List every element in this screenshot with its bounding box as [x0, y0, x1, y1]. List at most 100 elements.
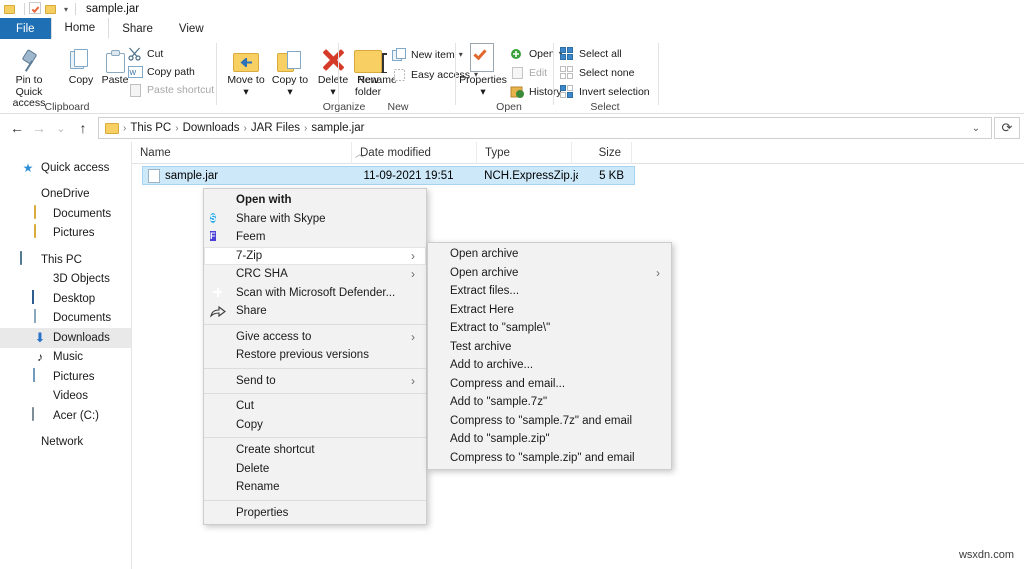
- chevron-right-icon: ›: [411, 267, 415, 282]
- sidebar-item-acer-c[interactable]: Acer (C:): [0, 406, 131, 426]
- new-item-button[interactable]: New item ▾: [392, 46, 463, 63]
- menu-item-open-with[interactable]: Open with: [204, 191, 426, 210]
- sidebar-item-label-acer-c: Acer (C:): [53, 409, 99, 422]
- menu-item-properties[interactable]: Properties: [204, 504, 426, 523]
- cloud-icon: [20, 186, 36, 202]
- sidebar-item-documents[interactable]: Documents: [0, 309, 131, 329]
- sidebar-item-pictures[interactable]: Pictures: [0, 367, 131, 387]
- forward-arrow-icon[interactable]: →: [28, 117, 50, 139]
- submenu-item-open-archive-more[interactable]: Open archive ›: [428, 264, 671, 283]
- menu-item-feem[interactable]: F Feem: [204, 228, 426, 247]
- menu-item-send-to[interactable]: Send to ›: [204, 372, 426, 391]
- sidebar-item-videos[interactable]: Videos: [0, 387, 131, 407]
- tab-view[interactable]: View: [166, 18, 217, 39]
- qat-customize-chevron-down-icon[interactable]: ▾: [64, 5, 68, 14]
- tab-file[interactable]: File: [0, 18, 51, 39]
- tab-share[interactable]: Share: [109, 18, 166, 39]
- breadcrumb-this-pc[interactable]: This PC: [127, 122, 174, 134]
- submenu-item-add-to-7z[interactable]: Add to "sample.7z": [428, 393, 671, 412]
- sidebar-item-onedrive-documents[interactable]: Documents: [0, 204, 131, 224]
- tab-home[interactable]: Home: [50, 18, 110, 39]
- open-button[interactable]: Open ▾: [510, 45, 563, 62]
- chevron-right-icon: ›: [411, 329, 415, 344]
- file-explorer-window: ▾ sample.jar File Home Share View Pin to…: [0, 0, 1024, 569]
- select-all-button[interactable]: Select all: [560, 45, 622, 62]
- open-label: Open: [529, 47, 555, 60]
- up-arrow-icon[interactable]: ↑: [72, 117, 94, 139]
- sidebar-item-downloads[interactable]: ⬇ Downloads: [0, 328, 131, 348]
- breadcrumb-sample-jar[interactable]: sample.jar: [308, 122, 367, 134]
- submenu-7zip: Open archive Open archive › Extract file…: [427, 242, 672, 470]
- menu-item-restore-previous-versions[interactable]: Restore previous versions: [204, 346, 426, 365]
- column-header-size[interactable]: Size: [572, 141, 632, 164]
- navigation-pane: ★ Quick access OneDrive Documents Pictur…: [0, 142, 131, 569]
- menu-item-rename[interactable]: Rename: [204, 478, 426, 497]
- submenu-item-compress-and-email[interactable]: Compress and email...: [428, 375, 671, 394]
- new-folder-button[interactable]: New folder: [346, 43, 390, 98]
- submenu-item-extract-to-folder[interactable]: Extract to "sample\": [428, 319, 671, 338]
- menu-item-delete[interactable]: Delete: [204, 460, 426, 479]
- properties-button[interactable]: Properties ▾: [458, 43, 508, 98]
- select-none-button[interactable]: Select none: [560, 64, 634, 81]
- breadcrumb-jar-files[interactable]: JAR Files: [248, 122, 303, 134]
- paste-shortcut-button[interactable]: Paste shortcut: [128, 81, 214, 98]
- menu-item-cut[interactable]: Cut: [204, 397, 426, 416]
- open-with-icon: [210, 192, 230, 208]
- invert-selection-button[interactable]: Invert selection: [560, 83, 650, 100]
- edit-button[interactable]: Edit: [510, 64, 547, 81]
- folder-icon: [32, 224, 48, 241]
- qat-properties-icon[interactable]: [29, 2, 43, 16]
- submenu-item-extract-files[interactable]: Extract files...: [428, 282, 671, 301]
- refresh-icon[interactable]: ⟳: [994, 117, 1020, 139]
- back-arrow-icon[interactable]: ←: [6, 117, 28, 139]
- recent-locations-chevron-down-icon[interactable]: ⌄: [50, 117, 72, 139]
- sidebar-item-this-pc[interactable]: This PC: [0, 250, 131, 270]
- pin-to-quick-access-button[interactable]: Pin to Quick access: [2, 43, 56, 110]
- easy-access-icon: [392, 68, 407, 82]
- menu-item-give-access-to[interactable]: Give access to ›: [204, 328, 426, 347]
- menu-item-share[interactable]: Share: [204, 302, 426, 321]
- cut-button[interactable]: Cut: [128, 45, 163, 62]
- menu-item-copy[interactable]: Copy: [204, 416, 426, 435]
- sidebar-item-onedrive-pictures[interactable]: Pictures: [0, 224, 131, 244]
- sidebar-item-music[interactable]: ♪ Music: [0, 348, 131, 368]
- menu-item-crc-sha[interactable]: CRC SHA ›: [204, 265, 426, 284]
- defender-icon: [210, 285, 230, 301]
- sidebar-item-3d-objects[interactable]: 3D Objects: [0, 270, 131, 290]
- submenu-item-test-archive[interactable]: Test archive: [428, 338, 671, 357]
- submenu-item-open-archive[interactable]: Open archive: [428, 245, 671, 264]
- submenu-item-extract-here[interactable]: Extract Here: [428, 301, 671, 320]
- group-divider-3: [455, 43, 456, 105]
- pane-splitter[interactable]: [131, 142, 132, 569]
- cut-label: Cut: [147, 47, 164, 60]
- submenu-item-add-to-archive[interactable]: Add to archive...: [428, 356, 671, 375]
- copy-to-button[interactable]: Copy to ▾: [268, 43, 312, 98]
- move-to-button[interactable]: Move to ▾: [224, 43, 268, 98]
- new-item-label: New item: [411, 48, 455, 61]
- menu-item-scan-with-microsoft-defender[interactable]: Scan with Microsoft Defender...: [204, 284, 426, 303]
- breadcrumb-downloads[interactable]: Downloads: [180, 122, 243, 134]
- copy-icon: [210, 417, 230, 433]
- copy-path-label: Copy path: [147, 65, 195, 78]
- address-dropdown-chevron-down-icon[interactable]: ⌄: [965, 123, 987, 134]
- submenu-item-add-to-zip[interactable]: Add to "sample.zip": [428, 430, 671, 449]
- sidebar-item-quick-access[interactable]: ★ Quick access: [0, 158, 131, 178]
- qat-new-folder-icon[interactable]: [45, 2, 59, 16]
- sidebar-item-onedrive[interactable]: OneDrive: [0, 185, 131, 205]
- address-field[interactable]: › This PC › Downloads › JAR Files › samp…: [98, 117, 992, 139]
- table-row[interactable]: sample.jar 11-09-2021 19:51 NCH.ExpressZ…: [142, 166, 635, 185]
- menu-item-share-with-skype[interactable]: S Share with Skype: [204, 210, 426, 229]
- submenu-item-compress-to-7z-and-email[interactable]: Compress to "sample.7z" and email: [428, 412, 671, 431]
- scissors-icon: [128, 47, 143, 61]
- submenu-item-compress-to-zip-and-email[interactable]: Compress to "sample.zip" and email: [428, 449, 671, 468]
- copy-path-button[interactable]: W Copy path: [128, 63, 195, 80]
- column-sort-indicator-icon: ︿: [355, 149, 365, 159]
- sidebar-item-network[interactable]: Network: [0, 433, 131, 453]
- column-header-type[interactable]: Type: [477, 141, 572, 164]
- column-header-name[interactable]: Name: [132, 141, 352, 164]
- column-header-date-modified[interactable]: Date modified: [352, 141, 477, 164]
- edit-icon: [510, 66, 525, 80]
- sidebar-item-desktop[interactable]: Desktop: [0, 289, 131, 309]
- menu-item-create-shortcut[interactable]: Create shortcut: [204, 441, 426, 460]
- menu-item-7-zip[interactable]: 7-Zip ›: [204, 246, 426, 265]
